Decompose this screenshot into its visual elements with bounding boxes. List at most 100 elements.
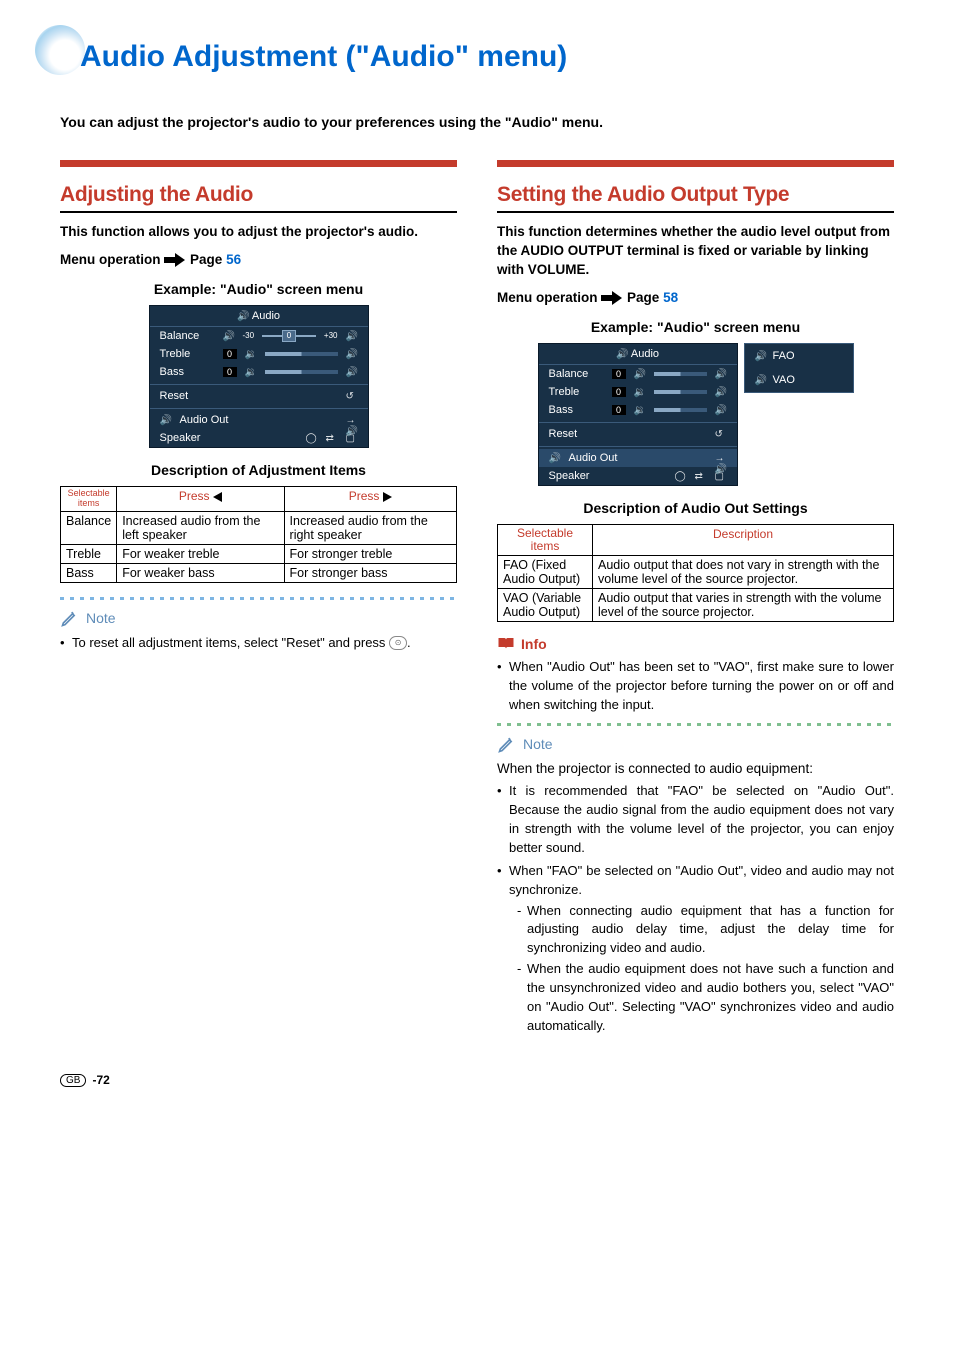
- cell-item: FAO (Fixed Audio Output): [498, 556, 593, 589]
- toggle-off-icon: ▢: [346, 433, 358, 443]
- right-column: Setting the Audio Output Type This funct…: [497, 160, 894, 1043]
- table-row: Treble For weaker treble For stronger tr…: [61, 544, 457, 563]
- pen-note-icon: [497, 734, 517, 754]
- left-heading: Adjusting the Audio: [60, 169, 457, 213]
- cell-item: Bass: [61, 563, 117, 582]
- left-body: This function allows you to adjust the p…: [60, 223, 457, 242]
- vao-icon: 🔊: [755, 375, 767, 385]
- osd-treble-label: Treble: [549, 386, 604, 398]
- right-heading: Setting the Audio Output Type: [497, 169, 894, 213]
- audio-out-icon: 🔊: [160, 415, 172, 425]
- osd-balance-thumb: 0: [282, 330, 296, 342]
- note-intro: When the projector is connected to audio…: [497, 760, 894, 779]
- cell-left: For weaker treble: [117, 544, 284, 563]
- note-item: To reset all adjustment items, select "R…: [60, 634, 457, 653]
- right-example-heading: Example: "Audio" screen menu: [497, 319, 894, 335]
- toggle-off-icon: ▢: [715, 471, 727, 481]
- osd-title: Audio: [252, 310, 280, 322]
- arrow-lr-icon: ⇄: [326, 433, 338, 443]
- osd-balance-min: -30: [243, 331, 255, 340]
- note-heading: Note: [60, 608, 457, 628]
- speaker-high-icon: 🔊: [346, 349, 358, 359]
- th-selectable: Selectable items: [61, 486, 117, 511]
- note-label: Note: [86, 610, 116, 626]
- cell-right: For stronger treble: [284, 544, 456, 563]
- osd-balance-bar: [654, 372, 707, 376]
- footer-region: GB: [60, 1074, 86, 1087]
- enter-button-icon: ⊙: [389, 636, 407, 650]
- note-label: Note: [523, 736, 553, 752]
- right-body: This function determines whether the aud…: [497, 223, 894, 280]
- cell-right: For stronger bass: [284, 563, 456, 582]
- osd-screenshot-right: 🔊 Audio Balance 0 🔊 🔊 Treble 0 🔉 🔊 Bass …: [538, 343, 738, 486]
- osd-opt-vao: VAO: [773, 374, 795, 386]
- reset-icon: ↺: [346, 391, 358, 401]
- arrow-icon: →🔊: [346, 415, 358, 425]
- note-list: To reset all adjustment items, select "R…: [60, 634, 457, 653]
- note-item: It is recommended that "FAO" be selected…: [497, 782, 894, 857]
- table-row: VAO (Variable Audio Output) Audio output…: [498, 589, 894, 622]
- right-desc-heading: Description of Audio Out Settings: [497, 500, 894, 516]
- osd-treble-bar: [265, 352, 338, 356]
- menu-op-label: Menu operation: [497, 290, 598, 305]
- left-example-heading: Example: "Audio" screen menu: [60, 281, 457, 297]
- dotted-rule: [497, 723, 894, 726]
- book-info-icon: [497, 636, 515, 652]
- osd-treble-val: 0: [612, 387, 626, 397]
- osd-speaker-label: Speaker: [549, 470, 604, 482]
- note-item: When "FAO" be selected on "Audio Out", v…: [497, 862, 894, 1036]
- osd-treble-bar: [654, 390, 707, 394]
- osd-balance-val: 0: [612, 369, 626, 379]
- speaker-low-icon: 🔉: [245, 367, 257, 377]
- section-divider-bar: [60, 160, 457, 167]
- osd-submenu: 🔊 FAO 🔊 VAO: [744, 343, 854, 393]
- osd-treble-label: Treble: [160, 348, 215, 360]
- note-list: It is recommended that "FAO" be selected…: [497, 782, 894, 1035]
- osd-balance-label: Balance: [160, 330, 215, 342]
- osd-bass-label: Bass: [160, 366, 215, 378]
- osd-bass-val: 0: [223, 367, 237, 377]
- cell-left: For weaker bass: [117, 563, 284, 582]
- menu-op-label: Menu operation: [60, 252, 161, 267]
- right-desc-table: Selectable items Description FAO (Fixed …: [497, 524, 894, 622]
- menu-op-page-link[interactable]: 56: [226, 252, 241, 267]
- osd-reset-label: Reset: [549, 428, 604, 440]
- cell-desc: Audio output that varies in strength wit…: [593, 589, 894, 622]
- menu-op-page-link[interactable]: 58: [663, 290, 678, 305]
- th-press-right: Press: [284, 486, 456, 511]
- osd-bass-bar: [265, 370, 338, 374]
- osd-speaker-label: Speaker: [160, 432, 215, 444]
- pen-note-icon: [60, 608, 80, 628]
- info-list: When "Audio Out" has been set to "VAO", …: [497, 658, 894, 715]
- info-label: Info: [521, 636, 547, 652]
- speaker-low-icon: 🔉: [634, 405, 646, 415]
- note-sublist: When connecting audio equipment that has…: [517, 902, 894, 1036]
- osd-balance-label: Balance: [549, 368, 604, 380]
- osd-bass-label: Bass: [549, 404, 604, 416]
- speaker-low-icon: 🔉: [245, 349, 257, 359]
- table-row: Bass For weaker bass For stronger bass: [61, 563, 457, 582]
- arrow-right-icon: [601, 292, 623, 304]
- speaker-icon: 🔊: [616, 349, 628, 360]
- speaker-right-icon: 🔊: [346, 331, 358, 341]
- speaker-high-icon: 🔊: [346, 367, 358, 377]
- table-row: Balance Increased audio from the left sp…: [61, 511, 457, 544]
- osd-treble-val: 0: [223, 349, 237, 359]
- right-menu-operation: Menu operation Page 58: [497, 290, 894, 305]
- fao-icon: 🔊: [755, 351, 767, 361]
- dotted-rule: [60, 597, 457, 600]
- section-divider-bar: [497, 160, 894, 167]
- arrow-lr-icon: ⇄: [695, 471, 707, 481]
- osd-title: Audio: [631, 348, 659, 360]
- speaker-left-icon: 🔊: [634, 369, 646, 379]
- osd-reset-label: Reset: [160, 390, 215, 402]
- cell-right: Increased audio from the right speaker: [284, 511, 456, 544]
- left-desc-heading: Description of Adjustment Items: [60, 462, 457, 478]
- left-column: Adjusting the Audio This function allows…: [60, 160, 457, 1043]
- speaker-icon: 🔊: [237, 311, 249, 322]
- speaker-left-icon: 🔊: [223, 331, 235, 341]
- osd-opt-fao: FAO: [773, 350, 795, 362]
- intro-text: You can adjust the projector's audio to …: [60, 114, 894, 130]
- cell-item: Balance: [61, 511, 117, 544]
- page-footer: GB -72: [60, 1073, 894, 1087]
